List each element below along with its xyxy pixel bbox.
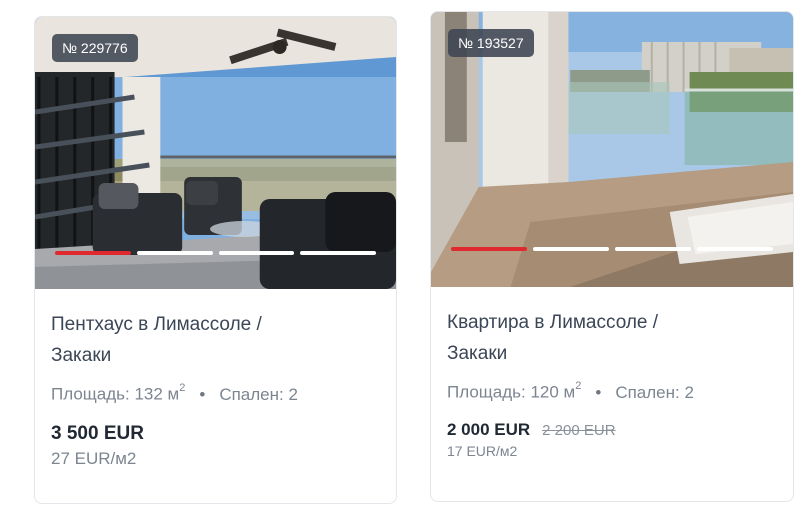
listing-photo[interactable]: № 193527 [431,12,793,287]
bedrooms-value: Спален: 2 [615,382,694,402]
carousel-dot[interactable] [55,251,131,255]
carousel-dot[interactable] [533,247,609,251]
listing-title-line: Закаки [51,345,112,366]
carousel-dot[interactable] [300,251,376,255]
carousel-dot[interactable] [136,251,213,255]
price-per-m2: 17 EUR/м2 [447,442,518,459]
carousel-dot[interactable] [697,247,773,251]
listing-photo[interactable]: № 229776 [35,17,396,289]
listing-price: 2 000 EUR [447,419,531,439]
listing-title-line: Квартира в Лимассоле / [447,312,659,333]
listing-price: 3 500 EUR [51,422,144,444]
carousel-dot[interactable] [218,251,295,255]
price-row: 2 000 EUR 2 200 EUR [447,420,777,440]
listing-title-line: Пентхаус в Лимассоле / [51,314,262,335]
image-carousel-indicator[interactable] [451,247,773,251]
listing-title-line: Закаки [447,343,508,364]
image-carousel-indicator[interactable] [55,251,376,255]
carousel-dot[interactable] [615,247,691,251]
listing-card[interactable]: № 193527 Квартира в Лимассоле / Закаки П… [430,11,794,502]
carousel-dot[interactable] [451,247,527,251]
listing-card[interactable]: № 229776 Пентхаус в Лимассоле / Закаки П… [34,16,397,504]
area-value: Площадь: 120 м2 [447,380,582,402]
price-per-m2: 27 EUR/м2 [51,448,137,468]
listing-id-badge: № 229776 [52,34,138,62]
listing-id-badge: № 193527 [448,29,534,57]
listing-title[interactable]: Квартира в Лимассоле / Закаки [447,307,777,369]
listing-specs: Площадь: 132 м2 • Спален: 2 [51,382,380,405]
price-row: 3 500 EUR [51,423,380,445]
listing-title[interactable]: Пентхаус в Лимассоле / Закаки [51,309,380,371]
listing-specs: Площадь: 120 м2 • Спален: 2 [447,380,777,403]
separator-bullet: • [199,384,206,404]
area-value: Площадь: 132 м2 [51,382,186,404]
bedrooms-value: Спален: 2 [219,384,298,404]
listing-old-price: 2 200 EUR [542,421,616,439]
separator-bullet: • [595,382,602,402]
